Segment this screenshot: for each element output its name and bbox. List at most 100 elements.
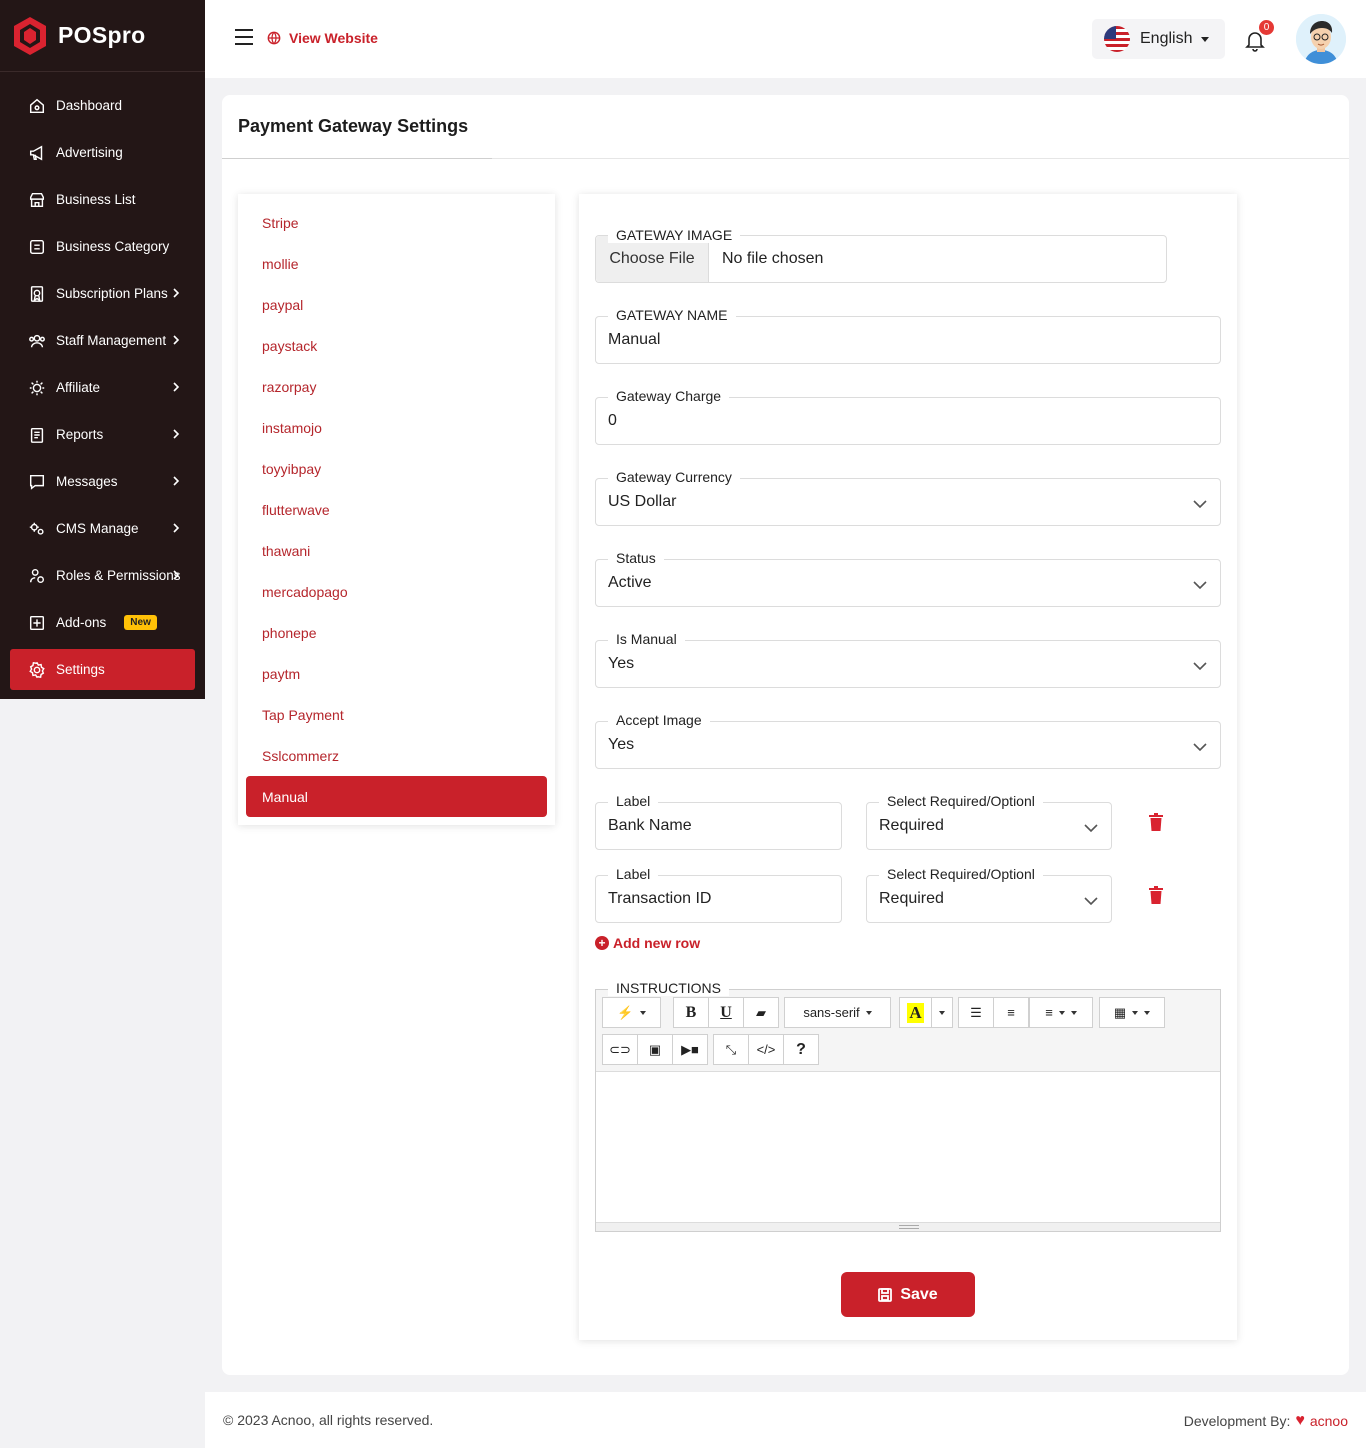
unordered-list-button[interactable]: ☰: [958, 997, 994, 1028]
accept-image-select[interactable]: Accept Image Yes: [595, 712, 1221, 769]
row-required-select[interactable]: Select Required/Optionl Required: [866, 793, 1112, 850]
delete-row-button[interactable]: [1148, 813, 1164, 831]
plan-icon: [27, 284, 47, 304]
sidebar-item-add-ons[interactable]: Add-ons New: [10, 602, 195, 643]
language-selector[interactable]: English: [1092, 19, 1225, 59]
gateway-list: Stripe mollie paypal paystack razorpay i…: [238, 194, 555, 825]
table-dropdown[interactable]: ▦: [1099, 997, 1165, 1028]
is-manual-select[interactable]: Is Manual Yes: [595, 631, 1221, 688]
sidebar-item-roles-permissions[interactable]: Roles & Permissions: [10, 555, 195, 596]
sidebar-item-label: Add-ons: [56, 615, 107, 630]
sidebar-item-affiliate[interactable]: Affiliate: [10, 367, 195, 408]
sidebar-item-business-list[interactable]: Business List: [10, 179, 195, 220]
roles-icon: [27, 566, 47, 586]
gateway-item-sslcommerz[interactable]: Sslcommerz: [246, 735, 547, 776]
underline-button[interactable]: U: [708, 997, 744, 1028]
sidebar-item-reports[interactable]: Reports: [10, 414, 195, 455]
save-button[interactable]: Save: [841, 1272, 975, 1317]
sidebar-item-dashboard[interactable]: Dashboard: [10, 85, 195, 126]
sidebar-item-label: Subscription Plans: [56, 286, 168, 301]
chevron-down-icon: [1192, 496, 1208, 509]
sidebar-item-label: Dashboard: [56, 98, 123, 113]
link-button[interactable]: ⊂⊃: [602, 1034, 638, 1065]
gateway-item-mercadopago[interactable]: mercadopago: [246, 571, 547, 612]
fullscreen-button[interactable]: ⤡: [713, 1034, 749, 1065]
editor-text-area[interactable]: [596, 1072, 1220, 1222]
add-new-row-button[interactable]: + Add new row: [595, 935, 700, 951]
chevron-right-icon: [169, 286, 183, 300]
save-icon: [878, 1287, 893, 1302]
globe-icon: [267, 31, 281, 45]
style-dropdown-button[interactable]: ⚡: [602, 997, 661, 1028]
align-icon: ≡: [1045, 1005, 1053, 1020]
gateway-item-thawani[interactable]: thawani: [246, 530, 547, 571]
code-view-button[interactable]: </>: [748, 1034, 784, 1065]
sidebar-item-messages[interactable]: Messages: [10, 461, 195, 502]
field-value: Required: [879, 817, 944, 834]
help-button[interactable]: ?: [783, 1034, 819, 1065]
gateway-item-stripe[interactable]: Stripe: [246, 202, 547, 243]
sidebar-item-label: Staff Management: [56, 333, 167, 348]
list-icon: ☰: [970, 1004, 982, 1020]
sidebar-item-subscription-plans[interactable]: Subscription Plans: [10, 273, 195, 314]
heart-icon: ♥: [1295, 1412, 1305, 1429]
gateway-item-razorpay[interactable]: razorpay: [246, 366, 547, 407]
field-label: Label: [608, 866, 659, 882]
sidebar-item-label: Messages: [56, 474, 118, 489]
delete-row-button[interactable]: [1148, 886, 1164, 904]
status-select[interactable]: Status Active: [595, 550, 1221, 607]
gateway-image-field[interactable]: Choose File No file chosen GATEWAY IMAGE: [595, 227, 1167, 283]
avatar[interactable]: [1296, 14, 1346, 64]
table-icon: ▦: [1113, 1004, 1127, 1020]
gateway-item-manual[interactable]: Manual: [246, 776, 547, 817]
video-button[interactable]: ▶■: [672, 1034, 708, 1065]
gateway-item-paytm[interactable]: paytm: [246, 653, 547, 694]
view-website-link[interactable]: View Website: [267, 30, 378, 46]
gateway-currency-select[interactable]: Gateway Currency US Dollar: [595, 469, 1221, 526]
sidebar-item-advertising[interactable]: Advertising: [10, 132, 195, 173]
chevron-right-icon: [169, 380, 183, 394]
chevron-right-icon: [169, 333, 183, 347]
notification-button[interactable]: 0: [1243, 20, 1274, 56]
field-label: Label: [608, 793, 659, 809]
font-family-dropdown[interactable]: sans-serif: [784, 997, 891, 1028]
chevron-down-icon: [1083, 820, 1099, 833]
ordered-list-button[interactable]: ≡: [993, 997, 1029, 1028]
ordered-list-icon: ≡: [1007, 1005, 1015, 1020]
gateway-item-paypal[interactable]: paypal: [246, 284, 547, 325]
trash-icon: [1149, 886, 1163, 904]
picture-button[interactable]: ▣: [637, 1034, 673, 1065]
field-label: GATEWAY NAME: [608, 307, 736, 323]
sidebar-item-label: Business Category: [56, 239, 170, 254]
gateway-item-phonepe[interactable]: phonepe: [246, 612, 547, 653]
developer-link[interactable]: acnoo: [1310, 1413, 1348, 1429]
gateway-item-flutterwave[interactable]: flutterwave: [246, 489, 547, 530]
field-value: Bank Name: [608, 817, 692, 834]
gateway-item-mollie[interactable]: mollie: [246, 243, 547, 284]
image-icon: ▣: [648, 1041, 662, 1057]
brand[interactable]: POSpro: [0, 0, 205, 72]
gateway-charge-input[interactable]: Gateway Charge 0: [595, 388, 1221, 445]
sidebar-item-staff-management[interactable]: Staff Management: [10, 320, 195, 361]
home-icon: [27, 96, 47, 116]
editor-resize-handle[interactable]: [596, 1222, 1220, 1231]
field-value: Manual: [608, 331, 661, 348]
color-dropdown-button[interactable]: [931, 997, 953, 1028]
row-required-select[interactable]: Select Required/Optionl Required: [866, 866, 1112, 923]
clear-format-button[interactable]: ▰: [743, 997, 779, 1028]
paragraph-align-dropdown[interactable]: ≡: [1029, 997, 1093, 1028]
menu-toggle-button[interactable]: [235, 29, 253, 45]
gateway-name-input[interactable]: GATEWAY NAME Manual: [595, 307, 1221, 364]
sidebar-item-settings[interactable]: Settings: [10, 649, 195, 690]
card-header: Payment Gateway Settings: [222, 95, 1349, 159]
row-label-input[interactable]: Label Bank Name: [595, 793, 842, 850]
sidebar-item-cms-manage[interactable]: CMS Manage: [10, 508, 195, 549]
text-color-button[interactable]: A: [899, 997, 932, 1028]
row-label-input[interactable]: Label Transaction ID: [595, 866, 842, 923]
bold-button[interactable]: B: [673, 997, 709, 1028]
gateway-item-toyyibpay[interactable]: toyyibpay: [246, 448, 547, 489]
gateway-item-paystack[interactable]: paystack: [246, 325, 547, 366]
gateway-item-instamojo[interactable]: instamojo: [246, 407, 547, 448]
gateway-item-tap-payment[interactable]: Tap Payment: [246, 694, 547, 735]
sidebar-item-business-category[interactable]: Business Category: [10, 226, 195, 267]
